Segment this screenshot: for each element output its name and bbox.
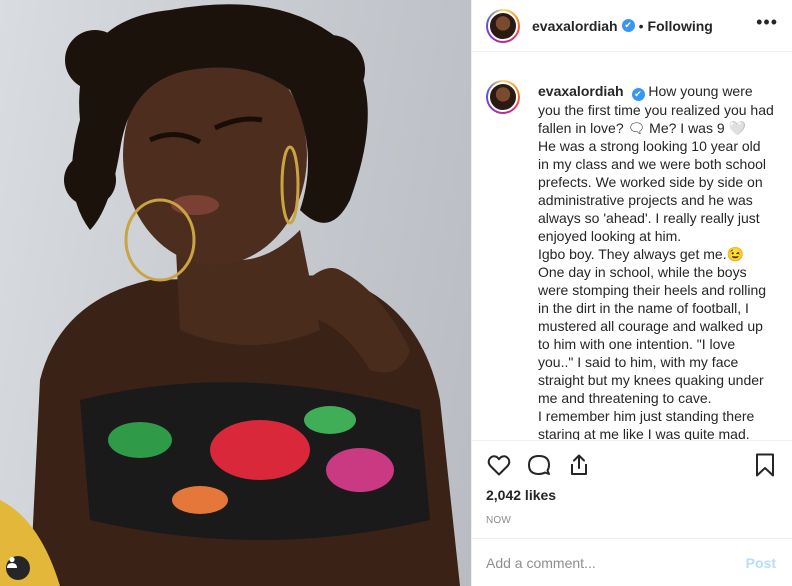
person-icon xyxy=(7,556,17,568)
tagged-user-button[interactable] xyxy=(6,556,30,580)
verified-badge-icon: ✔ xyxy=(621,19,635,32)
post-actions-section: 2,042 likes NOW xyxy=(472,440,792,526)
caption-section: evaxalordiah ✔ How young were you the fi… xyxy=(472,52,792,440)
more-options-icon[interactable]: ••• xyxy=(756,13,778,35)
caption-line: evaxalordiah ✔ How young were you the fi… xyxy=(538,82,774,137)
comment-icon xyxy=(528,455,550,475)
caption-avatar[interactable] xyxy=(486,80,520,114)
post-details-panel: evaxalordiah ✔ • Following ••• evaxalord… xyxy=(471,0,792,586)
share-button[interactable] xyxy=(566,452,592,478)
like-button[interactable] xyxy=(486,452,512,478)
like-count[interactable]: 2,042 likes xyxy=(486,487,778,503)
comment-form: Post xyxy=(472,538,792,586)
share-icon xyxy=(571,454,587,475)
save-button[interactable] xyxy=(752,452,778,478)
post-photo[interactable] xyxy=(0,0,471,586)
separator-dot: • xyxy=(638,17,644,34)
post-header: evaxalordiah ✔ • Following ••• xyxy=(472,0,792,52)
bookmark-icon xyxy=(756,453,774,477)
post-timestamp[interactable]: NOW xyxy=(486,515,778,526)
caption-line: He was a strong looking 10 year old in m… xyxy=(538,138,766,244)
caption-line: I remember him just standing there stari… xyxy=(538,408,755,440)
caption-line: Igbo boy. They always get me.😉 One day i… xyxy=(538,246,767,406)
comment-button[interactable] xyxy=(526,452,552,478)
comment-input[interactable] xyxy=(486,554,746,571)
username-link[interactable]: evaxalordiah xyxy=(532,18,618,34)
verified-badge-icon: ✔ xyxy=(631,88,645,101)
post-comment-button[interactable]: Post xyxy=(746,555,776,571)
following-button[interactable]: Following xyxy=(648,18,713,34)
heart-icon xyxy=(487,455,511,476)
action-bar xyxy=(486,441,778,489)
caption-text: evaxalordiah ✔ How young were you the fi… xyxy=(538,82,774,440)
avatar[interactable] xyxy=(486,8,520,43)
caption-username-link[interactable]: evaxalordiah xyxy=(538,83,624,99)
post-photo-illustration xyxy=(0,4,460,586)
